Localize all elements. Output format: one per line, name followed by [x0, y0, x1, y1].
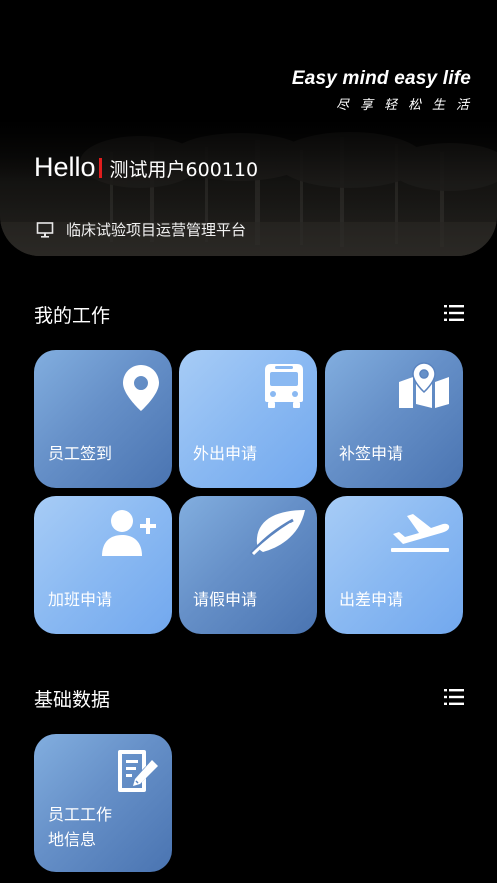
hello-accent-mark [98, 158, 102, 178]
tile-label: 出差申请 [339, 590, 404, 609]
tile-label: 外出申请 [193, 444, 258, 463]
list-icon[interactable] [444, 303, 464, 323]
tile-label-line1: 员工工作 [48, 805, 113, 824]
tile-overtime[interactable]: 加班申请 [34, 496, 172, 634]
bus-icon [265, 364, 303, 408]
tile-label: 加班申请 [48, 590, 113, 609]
tile-label: 补签申请 [339, 444, 404, 463]
basic-data-title: 基础数据 [34, 689, 111, 711]
tile-label-line2: 地信息 [48, 830, 97, 849]
add-user-icon [102, 510, 156, 556]
list-icon[interactable] [444, 687, 464, 707]
tile-outing[interactable]: 外出申请 [179, 350, 317, 488]
leaf-icon [249, 510, 305, 556]
my-work-title: 我的工作 [34, 305, 111, 327]
greeting-row: Hello 测试用户600110 [34, 152, 258, 183]
slogan-english: Easy mind easy life [291, 68, 471, 89]
username: 测试用户600110 [109, 159, 259, 181]
tile-check-in[interactable]: 员工签到 [34, 350, 172, 488]
slogan-chinese: 尽享轻松生活 [335, 98, 480, 113]
monitor-icon [36, 221, 54, 238]
tile-business-trip[interactable]: 出差申请 [325, 496, 463, 634]
tile-label: 请假申请 [193, 590, 258, 609]
platform-row[interactable]: 临床试验项目运营管理平台 [36, 219, 246, 240]
platform-name: 临床试验项目运营管理平台 [66, 221, 247, 239]
home-screen: Easy mind easy life 尽享轻松生活 Hello 测试用户600… [0, 0, 497, 883]
tile-work-location[interactable]: 员工工作 地信息 [34, 734, 172, 872]
hello-text: Hello [34, 152, 96, 182]
map-location-icon [399, 362, 449, 408]
plane-departure-icon [391, 514, 450, 552]
edit-document-icon [118, 750, 158, 792]
tile-label: 员工工作 地信息 [48, 802, 112, 852]
tile-resign[interactable]: 补签申请 [325, 350, 463, 488]
tile-leave[interactable]: 请假申请 [179, 496, 317, 634]
map-pin-icon [123, 365, 159, 411]
tile-label: 员工签到 [48, 444, 113, 463]
